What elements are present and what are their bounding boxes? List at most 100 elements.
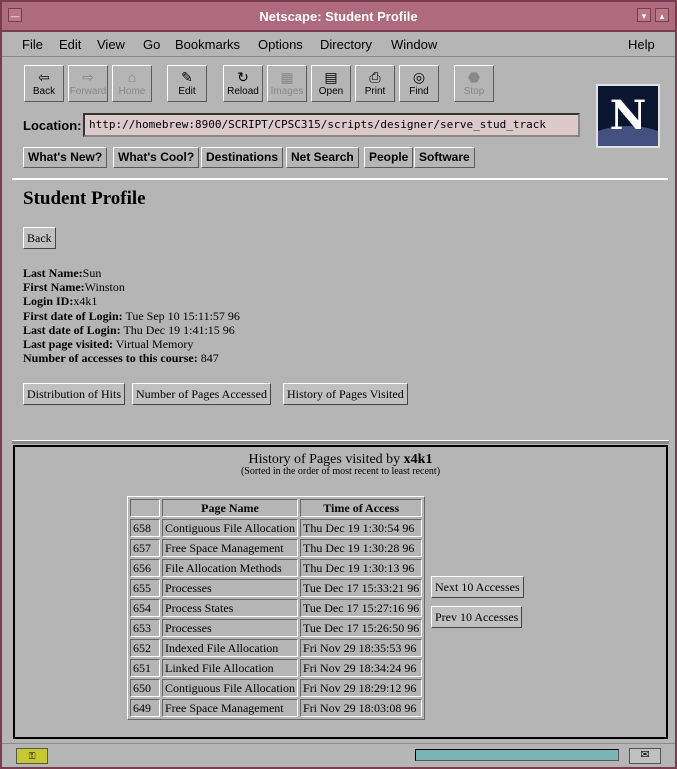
home-button[interactable]: ⌂ Home (112, 65, 152, 102)
whats-new-button[interactable]: What's New? (23, 147, 108, 168)
progress-bar (415, 749, 619, 761)
row-index: 650 (130, 679, 160, 697)
time-of-access-cell: Tue Dec 17 15:33:21 96 (300, 579, 423, 597)
table-row: 655 Processes Tue Dec 17 15:33:21 96 (130, 579, 423, 597)
destinations-button[interactable]: Destinations (201, 147, 284, 168)
profile-field-value: 847 (197, 351, 219, 366)
menu-bar: File Edit View Go Bookmarks Options Dire… (2, 32, 675, 57)
menu-view[interactable]: View (97, 37, 125, 52)
row-index: 649 (130, 699, 160, 717)
maximize-button[interactable]: ▴ (655, 8, 669, 22)
row-index: 655 (130, 579, 160, 597)
profile-field-label: Last page visited: (23, 337, 113, 351)
table-row: 658 Contiguous File Allocation Thu Dec 19 … (130, 519, 423, 537)
net-search-button[interactable]: Net Search (286, 147, 359, 168)
find-button[interactable]: ◎ Find (399, 65, 439, 102)
menu-window[interactable]: Window (391, 37, 437, 52)
profile-field-value: Tue Sep 10 15:11:57 96 (122, 308, 240, 323)
software-button[interactable]: Software (414, 147, 475, 168)
menu-bookmarks[interactable]: Bookmarks (175, 37, 240, 52)
column-header-index (130, 499, 160, 517)
table-row: 651 Linked File Allocation Fri Nov 29 18:3… (130, 659, 423, 677)
toolbar-label: Edit (178, 86, 196, 97)
history-header-row: Page Name Time of Access (130, 499, 423, 517)
menu-options[interactable]: Options (258, 37, 303, 52)
profile-field: First Name:Winston (23, 280, 125, 295)
images-button[interactable]: ▦ Images (267, 65, 307, 102)
page-name-cell: Indexed File Allocation (162, 639, 299, 657)
menu-file[interactable]: File (22, 37, 43, 52)
print-button[interactable]: ⎙ Print (355, 65, 395, 102)
menu-directory[interactable]: Directory (320, 37, 372, 52)
time-of-access-cell: Fri Nov 29 18:34:24 96 (300, 659, 423, 677)
time-of-access-cell: Thu Dec 19 1:30:28 96 (300, 539, 423, 557)
minimize-button[interactable]: ▾ (637, 8, 651, 22)
time-of-access-cell: Fri Nov 29 18:35:53 96 (300, 639, 423, 657)
security-key-icon[interactable]: ⚿ (16, 748, 48, 764)
frame-divider[interactable] (12, 440, 669, 444)
reload-icon: ↻ (237, 69, 249, 85)
page-name-cell: Free Space Management (162, 699, 299, 717)
toolbar-label: Back (32, 86, 56, 97)
title-bar: — Netscape: Student Profile ▾ ▴ (2, 2, 675, 32)
table-row: 652 Indexed File Allocation Fri Nov 29 18:… (130, 639, 423, 657)
profile-field: Last page visited: Virtual Memory (23, 337, 193, 352)
location-input[interactable]: http://homebrew:8900/SCRIPT/CPSC315/scri… (83, 113, 580, 137)
time-of-access-cell: Thu Dec 19 1:30:13 96 (300, 559, 423, 577)
toolbar-label: Open (318, 86, 344, 97)
printer-icon: ⎙ (369, 69, 381, 85)
row-index: 654 (130, 599, 160, 617)
mail-icon[interactable]: ✉ (629, 748, 661, 764)
logo-letter: N (609, 92, 647, 139)
toolbar-label: Forward (69, 86, 107, 97)
forward-button[interactable]: ⇨ Forward (68, 65, 108, 102)
profile-field: Number of accesses to this course: 847 (23, 351, 219, 366)
toolbar-label: Images (270, 86, 304, 97)
next-10-accesses-button[interactable]: Next 10 Accesses (431, 576, 524, 598)
table-row: 654 Process States Tue Dec 17 15:27:16 96 (130, 599, 423, 617)
reload-button[interactable]: ↻ Reload (223, 65, 263, 102)
row-index: 656 (130, 559, 160, 577)
column-header-time-of-access: Time of Access (300, 499, 423, 517)
profile-field-value: Winston (84, 280, 125, 295)
profile-field-value: Virtual Memory (113, 337, 194, 351)
page-name-cell: Processes (162, 619, 299, 637)
page-name-cell: Process States (162, 599, 299, 617)
open-button[interactable]: ▤ Open (311, 65, 351, 102)
page-name-cell: Free Space Management (162, 539, 299, 557)
page-name-cell: Linked File Allocation (162, 659, 299, 677)
images-icon: ▦ (280, 69, 294, 85)
people-button[interactable]: People (364, 147, 414, 168)
history-user: x4k1 (403, 452, 433, 467)
netscape-logo[interactable]: N (596, 84, 660, 148)
home-icon: ⌂ (127, 69, 137, 85)
row-index: 657 (130, 539, 160, 557)
back-button[interactable]: ⇦ Back (24, 65, 64, 102)
whats-cool-button[interactable]: What's Cool? (113, 147, 200, 168)
prev-10-accesses-button[interactable]: Prev 10 Accesses (431, 606, 523, 628)
open-icon: ▤ (324, 69, 338, 85)
stop-icon: ⬣ (467, 69, 481, 85)
time-of-access-cell: Thu Dec 19 1:30:54 96 (300, 519, 423, 537)
distribution-of-hits-button[interactable]: Distribution of Hits (23, 383, 126, 405)
menu-edit[interactable]: Edit (59, 37, 81, 52)
status-bar: ⚿ ✉ (2, 743, 675, 768)
profile-field-label: Login ID: (23, 294, 74, 309)
menu-help[interactable]: Help (628, 37, 655, 52)
edit-button[interactable]: ✎ Edit (167, 65, 207, 102)
number-of-pages-accessed-button[interactable]: Number of Pages Accessed (132, 383, 271, 405)
time-of-access-cell: Fri Nov 29 18:03:08 96 (300, 699, 423, 717)
profile-field-label: Number of accesses to this course: (23, 351, 198, 366)
back-button[interactable]: Back (23, 227, 56, 249)
stop-button[interactable]: ⬣ Stop (454, 65, 494, 102)
profile-field-value: Sun (82, 266, 102, 280)
history-of-pages-visited-button[interactable]: History of Pages Visited (283, 383, 408, 405)
row-index: 658 (130, 519, 160, 537)
location-label: Location: (23, 118, 82, 133)
page-name-cell: Contiguous File Allocation (162, 679, 299, 697)
history-table: Page Name Time of Access 658 Contiguous F… (127, 496, 426, 720)
table-row: 650 Contiguous File Allocation Fri Nov 29 … (130, 679, 423, 697)
toolbar-label: Find (409, 86, 429, 97)
profile-field-value: Thu Dec 19 1:41:15 96 (120, 322, 235, 337)
menu-go[interactable]: Go (143, 37, 160, 52)
